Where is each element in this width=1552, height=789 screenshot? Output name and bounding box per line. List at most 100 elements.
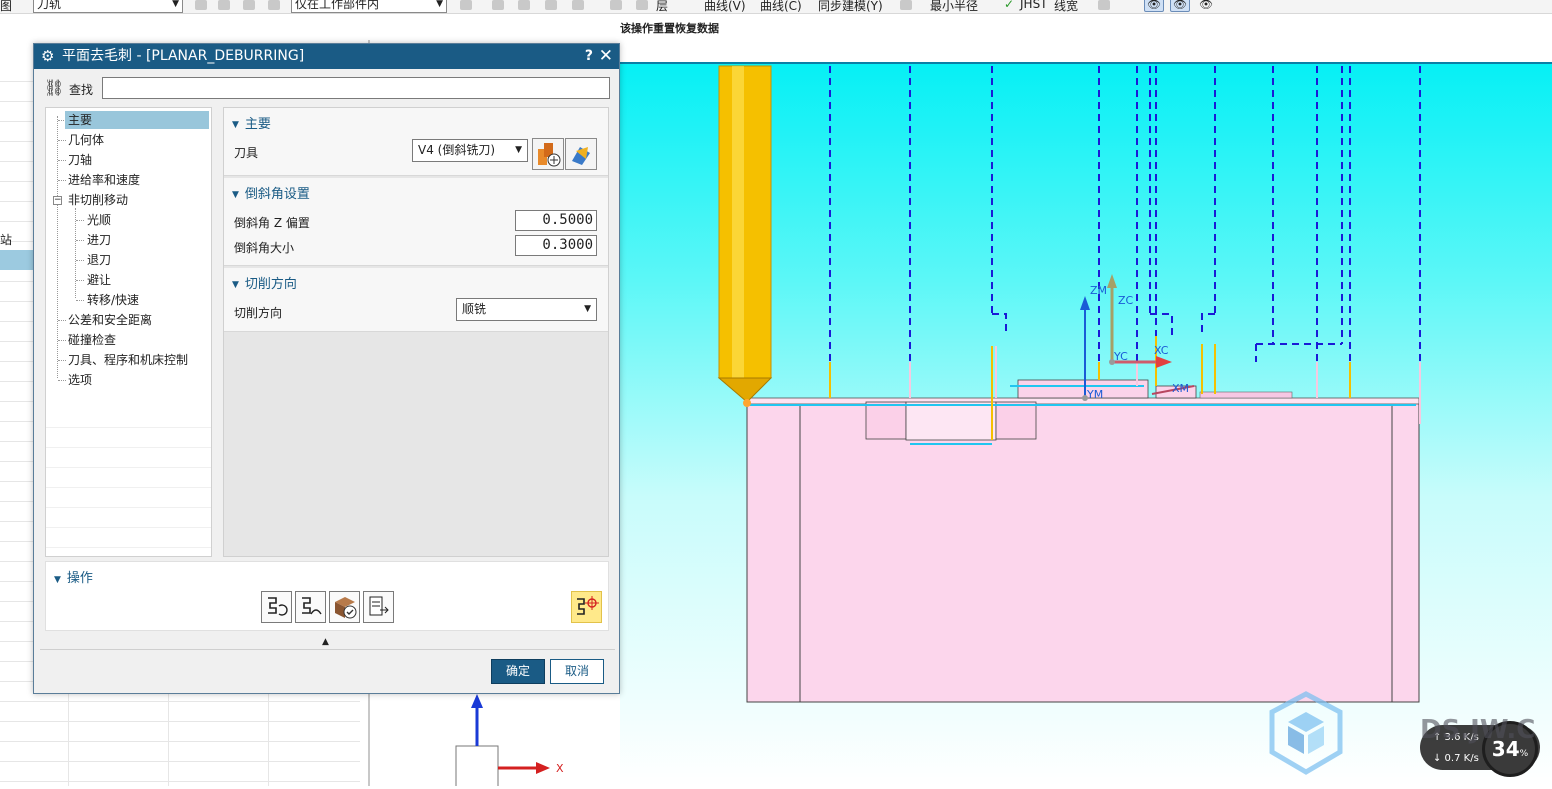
scope-combo-value: 仅在工作部件内 <box>295 0 380 11</box>
line-width-button[interactable]: 线宽 <box>1054 0 1078 13</box>
curve-menu-v[interactable]: 曲线(V) <box>704 0 746 13</box>
sync-modeling-menu[interactable]: 同步建模(Y) <box>818 0 883 13</box>
planar-deburring-dialog: ⚙ 平面去毛刺 - [PLANAR_DEBURRING] ? ✕ ⛓ 查找 − … <box>33 43 620 694</box>
list-icon <box>369 596 389 616</box>
box-icon[interactable] <box>610 0 622 10</box>
tree-item-smoothing[interactable]: 光顺 <box>84 211 114 229</box>
measure-icon[interactable] <box>900 0 912 10</box>
tree-item-collision-check[interactable]: 碰撞检查 <box>65 331 119 349</box>
layer-menu[interactable]: 层 <box>656 0 668 13</box>
xc-label: XC <box>1154 344 1169 357</box>
tree-item-geometry[interactable]: 几何体 <box>65 131 107 149</box>
main-group: ▼ 主要 刀具 V4 (倒斜铣刀) ▼ <box>224 108 608 176</box>
tree-item-avoidance[interactable]: 避让 <box>84 271 114 289</box>
curve-menu-c[interactable]: 曲线(C) <box>760 0 802 13</box>
show-eye-icon[interactable]: 👁 <box>1144 0 1164 12</box>
main-group-header[interactable]: ▼ 主要 <box>232 113 271 132</box>
xm-label: XM <box>1172 382 1189 395</box>
chamfer-group: ▼ 倒斜角设置 倒斜角 Z 偏置 0.5000 倒斜角大小 0.3000 <box>224 178 608 266</box>
chevron-down-icon: ▼ <box>584 304 591 314</box>
cut-direction-value: 顺铣 <box>462 302 487 316</box>
expand-triangle-icon: ▼ <box>232 190 239 200</box>
tree-item-transfer-rapid[interactable]: 转移/快速 <box>84 291 142 309</box>
cancel-button[interactable]: 取消 <box>550 659 604 684</box>
collapse-up-icon[interactable]: ▲ <box>322 637 329 647</box>
tree-item-engage[interactable]: 进刀 <box>84 231 114 249</box>
undo-icon[interactable] <box>195 0 207 10</box>
operations-header[interactable]: ▼ 操作 <box>54 567 93 586</box>
point-icon[interactable] <box>492 0 504 10</box>
redo-icon[interactable] <box>218 0 230 10</box>
tree-item-main[interactable]: 主要 <box>65 111 209 129</box>
part-body <box>746 401 1420 703</box>
navigator-row[interactable] <box>0 762 360 782</box>
navigator-selected-row[interactable] <box>0 250 34 270</box>
verify-icon <box>335 597 357 619</box>
cut-direction-group-header[interactable]: ▼ 切削方向 <box>232 273 297 292</box>
x-axis-label: X <box>556 762 564 775</box>
top-toolbar: 图 刀轨 ▼ 仅在工作部件内 ▼ 层 曲线(V) 曲线(C) 同步建模(Y) 最小半… <box>0 0 1552 14</box>
midpoint-icon[interactable] <box>572 0 584 10</box>
list-button[interactable] <box>363 591 394 623</box>
tool-select[interactable]: V4 (倒斜铣刀) ▼ <box>412 139 528 162</box>
min-radius-button[interactable]: 最小半径 <box>930 0 978 13</box>
pentagon-icon[interactable] <box>518 0 530 10</box>
tree-item-tolerances[interactable]: 公差和安全距离 <box>65 311 155 329</box>
dialog-separator <box>40 649 615 650</box>
vertex-icon[interactable] <box>545 0 557 10</box>
ok-button[interactable]: 确定 <box>491 659 545 684</box>
chamfer-group-header[interactable]: ▼ 倒斜角设置 <box>232 183 310 202</box>
generate-icon <box>268 597 288 616</box>
verify-button[interactable] <box>329 591 360 623</box>
new-tool-icon <box>538 143 561 167</box>
chamfer-size-label: 倒斜角大小 <box>234 241 295 255</box>
cut-direction-select[interactable]: 顺铣 ▼ <box>456 298 597 321</box>
locate-button[interactable] <box>571 591 602 623</box>
tree-item-feeds-speeds[interactable]: 进给率和速度 <box>65 171 143 189</box>
chamfer-tool <box>718 65 772 379</box>
replay-button[interactable] <box>295 591 326 623</box>
refresh-icon[interactable] <box>243 0 255 10</box>
yc-label: YC <box>1113 350 1128 363</box>
operations-group: ▼ 操作 <box>45 561 609 631</box>
chevron-down-icon: ▼ <box>172 0 179 9</box>
graphics-viewport[interactable]: ZM ZC YC XC YM XM <box>620 62 1552 786</box>
navigator-row[interactable] <box>0 702 360 722</box>
block-icon[interactable] <box>636 0 648 10</box>
zm-label: ZM <box>1090 284 1107 297</box>
find-input[interactable] <box>102 77 610 99</box>
show-hide-eye-icon[interactable]: 👁 <box>1170 0 1190 12</box>
binoculars-icon: ⛓ <box>44 78 65 97</box>
close-button[interactable]: ✕ <box>599 44 613 69</box>
tree-item-tool-axis[interactable]: 刀轴 <box>65 151 95 169</box>
collapse-icon[interactable]: − <box>53 196 62 205</box>
zc-label: ZC <box>1118 294 1134 307</box>
wrench-icon <box>572 147 590 165</box>
tree-item-options[interactable]: 选项 <box>65 371 95 389</box>
navigator-row[interactable] <box>0 742 360 762</box>
chamfer-z-offset-input[interactable]: 0.5000 <box>515 210 597 231</box>
navigator-row[interactable] <box>0 722 360 742</box>
cut-direction-label: 切削方向 <box>234 306 283 320</box>
jhst-button[interactable]: JHST <box>1020 0 1048 11</box>
edit-tool-button[interactable] <box>565 138 597 170</box>
expand-triangle-icon: ▼ <box>232 280 239 290</box>
grid-icon[interactable] <box>268 0 280 10</box>
generate-button[interactable] <box>261 591 292 623</box>
filter-combo[interactable]: 刀轨 ▼ <box>33 0 183 13</box>
help-button[interactable]: ? <box>585 44 593 69</box>
new-tool-button[interactable] <box>532 138 564 170</box>
snap-icon[interactable] <box>460 0 472 10</box>
tree-item-non-cutting-moves[interactable]: 非切削移动 <box>65 191 131 209</box>
tree-item-tool-program-machine[interactable]: 刀具、程序和机床控制 <box>65 351 191 369</box>
dialog-title-bar[interactable]: ⚙ 平面去毛刺 - [PLANAR_DEBURRING] ? ✕ <box>34 44 619 69</box>
chevron-down-icon: ▼ <box>515 145 522 155</box>
scope-combo[interactable]: 仅在工作部件内 ▼ <box>291 0 447 13</box>
tree-item-retract[interactable]: 退刀 <box>84 251 114 269</box>
hide-eye-icon[interactable]: 👁 <box>1196 0 1216 12</box>
plus-icon[interactable] <box>1098 0 1110 10</box>
navigator-edge-text: 站 <box>0 233 13 247</box>
chamfer-size-input[interactable]: 0.3000 <box>515 235 597 256</box>
dialog-title: 平面去毛刺 - [PLANAR_DEBURRING] <box>62 48 305 64</box>
watermark-text: DS.JW.C <box>1420 715 1536 745</box>
